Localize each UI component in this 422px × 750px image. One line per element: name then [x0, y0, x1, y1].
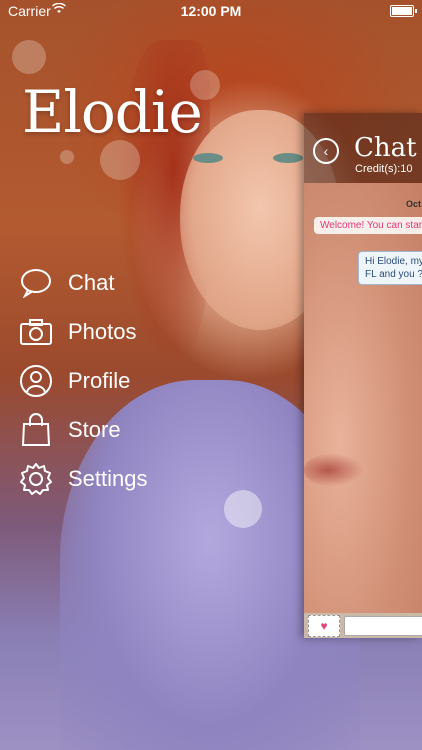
menu-item-label: Settings	[68, 465, 148, 491]
shopping-bag-icon	[18, 412, 54, 448]
menu-item-profile[interactable]: Profile	[18, 356, 148, 405]
clock: 12:00 PM	[180, 3, 242, 19]
gear-icon	[18, 461, 54, 497]
status-bar: Carrier 12:00 PM	[0, 0, 422, 22]
side-menu: Chat Photos Profile Store Settings	[18, 258, 148, 503]
chat-body	[304, 183, 422, 613]
app-logo: Elodie	[22, 78, 203, 146]
menu-item-label: Profile	[68, 367, 131, 393]
back-chevron-icon[interactable]: ‹	[313, 138, 339, 164]
chat-panel-preview[interactable]: ‹ Chat Credit(s):10 Oct Welcome! You can…	[304, 113, 422, 638]
message-input[interactable]	[344, 616, 422, 636]
battery-icon	[390, 5, 417, 17]
menu-item-label: Store	[68, 416, 121, 442]
menu-item-label: Chat	[68, 269, 115, 295]
menu-item-settings[interactable]: Settings	[18, 454, 148, 503]
chat-input-bar: ♥	[304, 613, 422, 638]
background-eye-left	[193, 153, 223, 163]
camera-icon	[18, 314, 54, 350]
incoming-message: Welcome! You can star	[314, 217, 422, 234]
user-profile-icon	[18, 363, 54, 399]
bokeh-light	[100, 140, 140, 180]
message-line: FL and you ?	[365, 269, 422, 280]
background-lips	[304, 453, 364, 487]
chat-bubble-icon	[18, 265, 54, 301]
chat-title: Chat	[354, 133, 417, 163]
bokeh-light	[60, 150, 74, 164]
menu-item-store[interactable]: Store	[18, 405, 148, 454]
menu-item-photos[interactable]: Photos	[18, 307, 148, 356]
chat-header: ‹ Chat Credit(s):10	[304, 113, 422, 183]
bokeh-light	[224, 490, 262, 528]
bokeh-light	[12, 40, 46, 74]
menu-item-label: Photos	[68, 318, 137, 344]
menu-item-chat[interactable]: Chat	[18, 258, 148, 307]
credits-label: Credit(s):10	[355, 163, 413, 175]
background-eye-right	[273, 153, 303, 163]
outgoing-message: Hi Elodie, my FL and you ?	[358, 251, 422, 285]
message-line: Hi Elodie, my	[365, 256, 422, 267]
date-label: Oct	[406, 199, 422, 209]
heart-stamp-icon[interactable]: ♥	[308, 615, 340, 637]
